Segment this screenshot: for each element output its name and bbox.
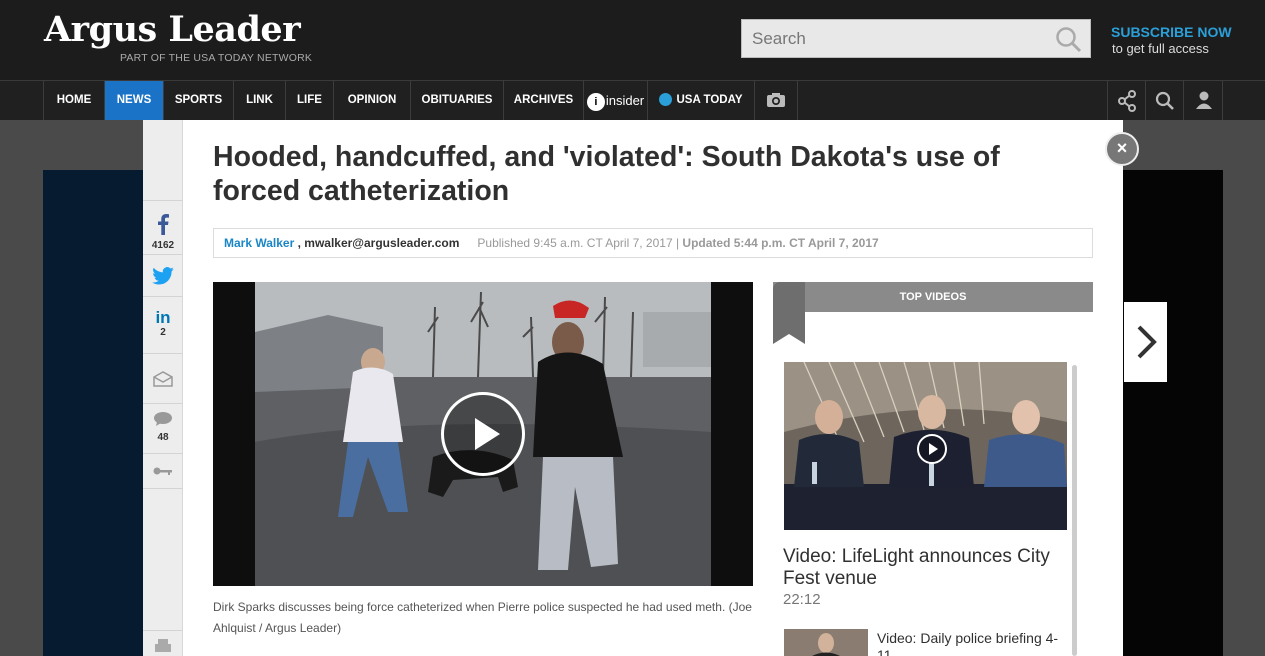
share-icon (1118, 90, 1136, 112)
nav-archives[interactable]: ARCHIVES (503, 81, 583, 120)
article-overlay: Hooded, handcuffed, and 'violated': Sout… (183, 120, 1123, 656)
author-link[interactable]: Mark Walker (224, 236, 294, 250)
facebook-count: 4162 (151, 240, 175, 251)
second-video-title[interactable]: Video: Daily police briefing 4-11 (877, 630, 1067, 656)
updated-time: Updated 5:44 p.m. CT April 7, 2017 (682, 236, 879, 250)
top-video-title[interactable]: Video: LifeLight announces City Fest ven… (783, 546, 1073, 590)
close-overlay-button[interactable]: × (1105, 132, 1139, 166)
facebook-icon (158, 214, 169, 235)
facebook-share-button[interactable]: 4162 (143, 200, 183, 255)
chevron-right-icon (1137, 325, 1157, 359)
top-videos-scrollbar[interactable] (1072, 365, 1077, 656)
nav-home[interactable]: HOME (43, 81, 104, 120)
permalink-button[interactable] (143, 454, 183, 489)
background-panel-right (1123, 170, 1223, 656)
nav-usatoday[interactable]: USA TODAY (647, 81, 754, 120)
nav-photos[interactable] (754, 81, 798, 120)
key-icon (153, 467, 172, 475)
author-email[interactable]: , mwalker@argusleader.com (294, 236, 460, 250)
nav-life[interactable]: LIFE (285, 81, 333, 120)
twitter-icon (152, 267, 174, 285)
nav-sports[interactable]: SPORTS (163, 81, 233, 120)
comment-icon (154, 412, 172, 426)
print-icon (155, 639, 171, 652)
video-caption: Dirk Sparks discusses being force cathet… (213, 600, 752, 635)
main-nav: HOME NEWS SPORTS LINK LIFE OPINION OBITU… (0, 80, 1265, 120)
nav-insider-label: insider (605, 93, 645, 108)
byline-bar: Mark Walker , mwalker@argusleader.com Pub… (213, 228, 1093, 258)
play-icon (475, 418, 500, 450)
nav-obituaries[interactable]: OBITUARIES (410, 81, 503, 120)
share-rail: 4162 in 2 48 (143, 120, 183, 656)
share-nav-button[interactable] (1107, 81, 1145, 120)
search-nav-button[interactable] (1145, 81, 1183, 120)
linkedin-count: 2 (160, 327, 166, 338)
top-video-duration: 22:12 (783, 591, 821, 608)
close-icon: × (1116, 138, 1128, 158)
print-button[interactable] (143, 630, 183, 656)
top-video-play-button[interactable] (917, 434, 947, 464)
insider-logo-icon: i (586, 92, 605, 111)
video-play-button[interactable] (441, 392, 525, 476)
account-nav-button[interactable] (1183, 81, 1223, 120)
site-header: Argus Leader PART OF THE USA TODAY NETWO… (0, 0, 1265, 80)
nav-link[interactable]: LINK (233, 81, 285, 120)
linkedin-share-button[interactable]: in 2 (143, 297, 183, 354)
play-icon-small (929, 443, 938, 455)
site-logo[interactable]: Argus Leader (44, 12, 301, 47)
logo-tagline: PART OF THE USA TODAY NETWORK (120, 52, 313, 64)
search-placeholder: Search (752, 29, 806, 48)
search-icon[interactable] (1054, 25, 1082, 53)
email-share-button[interactable] (143, 354, 183, 404)
subscribe-link[interactable]: SUBSCRIBE NOW (1111, 24, 1232, 40)
video-player[interactable] (213, 282, 753, 586)
user-icon (1196, 91, 1212, 109)
nav-insider[interactable]: i insider (583, 81, 647, 120)
search-nav-icon (1155, 91, 1174, 110)
email-icon (153, 371, 173, 387)
second-video-thumbnail[interactable] (784, 629, 868, 656)
search-input[interactable]: Search (741, 19, 1091, 58)
nav-news[interactable]: NEWS (104, 81, 163, 120)
top-videos-header: TOP VIDEOS (773, 282, 1093, 312)
twitter-share-button[interactable] (143, 255, 183, 297)
nav-opinion[interactable]: OPINION (333, 81, 410, 120)
article-headline: Hooded, handcuffed, and 'violated': Sout… (213, 141, 1000, 207)
usatoday-globe-icon (659, 93, 673, 107)
top-videos-tab-ribbon (773, 282, 805, 344)
top-video-thumbnail[interactable] (784, 362, 1067, 530)
comments-button[interactable]: 48 (143, 404, 183, 454)
camera-icon (767, 92, 785, 107)
subscribe-subtext[interactable]: to get full access (1112, 41, 1209, 56)
published-time: Published 9:45 a.m. CT April 7, 2017 | (477, 236, 683, 250)
linkedin-icon: in (155, 308, 171, 327)
next-article-button[interactable] (1124, 302, 1167, 382)
background-panel-left (43, 170, 143, 656)
nav-usatoday-label: USA TODAY (676, 94, 743, 106)
second-video-image (784, 629, 868, 656)
comments-count: 48 (157, 432, 169, 443)
